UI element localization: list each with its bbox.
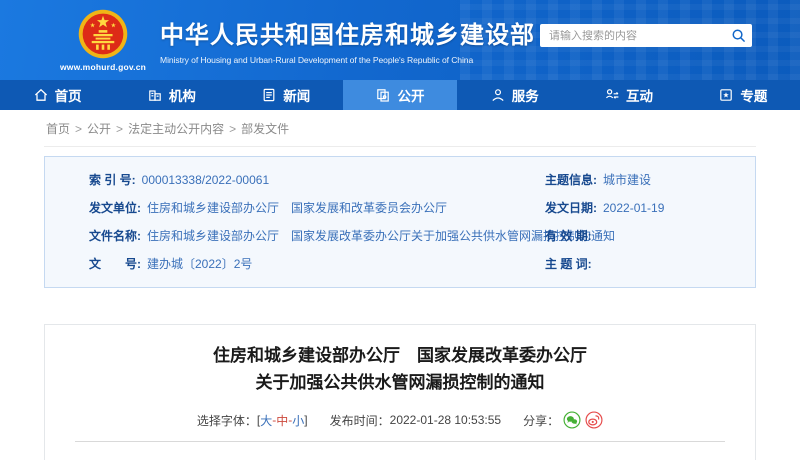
breadcrumb-home[interactable]: 首页 — [46, 122, 70, 136]
nav-item-label: 专题 — [740, 85, 767, 105]
article-info-row: 选择字体：[大 - 中 - 小] 发布时间：2022-01-28 10:53:5… — [45, 411, 755, 429]
search-icon — [731, 28, 746, 43]
nav-item-topics[interactable]: 专题 — [686, 80, 800, 110]
share-label: 分享： — [523, 412, 559, 429]
meta-validity-period: 有 效 期: — [545, 227, 755, 244]
wechat-share-icon[interactable] — [563, 411, 581, 429]
article-title: 住房和城乡建设部办公厅 国家发展改革委办公厅 关于加强公共供水管网漏损控制的通知 — [45, 342, 755, 396]
font-size-small[interactable]: 小 — [292, 412, 304, 429]
search-box — [540, 24, 752, 47]
breadcrumb: 首页 > 公开 > 法定主动公开内容 > 部发文件 — [44, 110, 756, 147]
site-title: 中华人民共和国住房和城乡建设部 — [160, 15, 535, 50]
article-title-line1: 住房和城乡建设部办公厅 国家发展改革委办公厅 — [45, 342, 755, 369]
meta-left-column: 索 引 号:000013338/2022-00061 发文单位:住房和城乡建设部… — [89, 171, 545, 283]
nav-item-label: 新闻 — [283, 85, 310, 105]
font-bracket-close: ] — [304, 413, 307, 427]
meta-keywords: 主 题 词: — [545, 255, 755, 272]
home-icon — [33, 87, 49, 103]
breadcrumb-separator: > — [116, 122, 123, 136]
article-divider — [75, 441, 725, 442]
breadcrumb-ministry-documents[interactable]: 部发文件 — [241, 122, 289, 136]
service-icon — [490, 87, 506, 103]
document-meta-panel: 索 引 号:000013338/2022-00061 发文单位:住房和城乡建设部… — [44, 156, 756, 288]
nav-item-label: 首页 — [55, 85, 82, 105]
site-subtitle: Ministry of Housing and Urban-Rural Deve… — [160, 55, 535, 65]
nav-item-service[interactable]: 服务 — [457, 80, 571, 110]
meta-document-number: 文 号:建办城〔2022〕2号 — [89, 255, 545, 272]
interaction-icon — [604, 87, 620, 103]
nav-item-label: 互动 — [626, 85, 653, 105]
nav-item-disclosure[interactable]: 公开 — [343, 80, 457, 110]
site-url: www.mohurd.gov.cn — [60, 62, 146, 72]
nav-item-label: 服务 — [512, 85, 539, 105]
nav-item-label: 公开 — [397, 85, 424, 105]
article-title-line2: 关于加强公共供水管网漏损控制的通知 — [45, 369, 755, 396]
meta-right-column: 主题信息:城市建设 发文日期:2022-01-19 有 效 期: 主 题 词: — [545, 171, 755, 283]
meta-issue-date: 发文日期:2022-01-19 — [545, 199, 755, 216]
organization-icon — [147, 87, 163, 103]
site-header: www.mohurd.gov.cn 中华人民共和国住房和城乡建设部 Minist… — [0, 0, 800, 80]
article-panel: 住房和城乡建设部办公厅 国家发展改革委办公厅 关于加强公共供水管网漏损控制的通知… — [44, 324, 756, 460]
nav-item-interaction[interactable]: 互动 — [571, 80, 685, 110]
site-titles: 中华人民共和国住房和城乡建设部 Ministry of Housing and … — [160, 15, 535, 65]
publish-time-label: 发布时间： — [330, 412, 390, 429]
font-size-medium[interactable]: 中 — [276, 412, 288, 429]
meta-topic-info: 主题信息:城市建设 — [545, 171, 755, 188]
nav-item-label: 机构 — [169, 85, 196, 105]
nav-item-home[interactable]: 首页 — [0, 80, 114, 110]
disclosure-icon — [375, 87, 391, 103]
font-size-large[interactable]: 大 — [260, 412, 272, 429]
search-button[interactable] — [724, 24, 752, 47]
meta-index-number: 索 引 号:000013338/2022-00061 — [89, 171, 545, 188]
breadcrumb-statutory-content[interactable]: 法定主动公开内容 — [128, 122, 224, 136]
meta-issuing-unit: 发文单位:住房和城乡建设部办公厅 国家发展和改革委员会办公厅 — [89, 199, 545, 216]
breadcrumb-separator: > — [75, 122, 82, 136]
nav-item-news[interactable]: 新闻 — [229, 80, 343, 110]
font-size-label: 选择字体： — [197, 412, 257, 429]
weibo-share-icon[interactable] — [585, 411, 603, 429]
news-icon — [261, 87, 277, 103]
topics-icon — [718, 87, 734, 103]
emblem-block: www.mohurd.gov.cn — [60, 8, 146, 72]
nav-item-organization[interactable]: 机构 — [114, 80, 228, 110]
main-nav: 首页 机构 新闻 公开 服务 互动 — [0, 80, 800, 110]
national-emblem-icon — [77, 8, 129, 60]
search-input[interactable] — [540, 30, 724, 42]
breadcrumb-disclosure[interactable]: 公开 — [87, 122, 111, 136]
breadcrumb-separator: > — [229, 122, 236, 136]
publish-time-value: 2022-01-28 10:53:55 — [390, 413, 501, 427]
meta-document-name: 文件名称:住房和城乡建设部办公厅 国家发展改革委办公厅关于加强公共供水管网漏损控… — [89, 227, 545, 244]
